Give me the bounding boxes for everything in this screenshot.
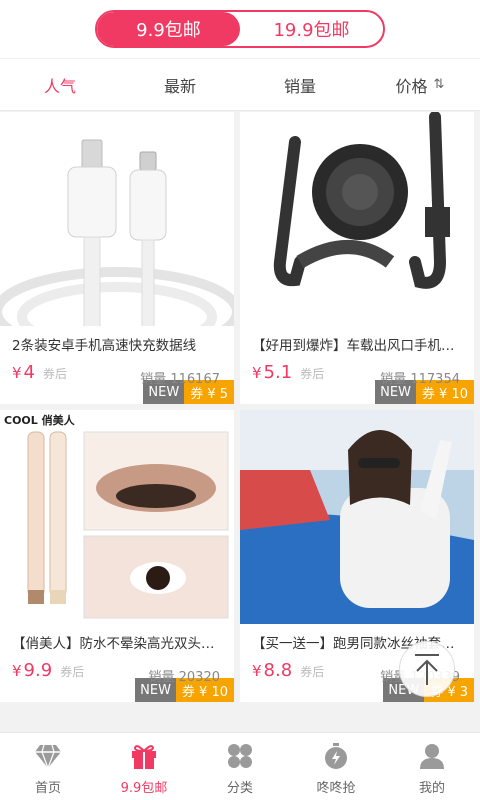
product-price: ¥ 4 券后 <box>12 362 67 383</box>
timer-icon <box>321 741 351 771</box>
diamond-icon <box>33 741 63 771</box>
eyeshadow-image: COOL 俏美人 <box>0 410 234 624</box>
sort-sales[interactable]: 销量 <box>240 59 360 110</box>
brand-logo: COOL 俏美人 <box>4 414 75 427</box>
product-card[interactable]: COOL 俏美人 NEW 券 ¥ 10 【俏美人】防水不晕染高光双头眼影笔 ¥ … <box>0 410 234 702</box>
segment-19-9-free-shipping[interactable]: 19.9包邮 <box>240 12 383 46</box>
tab-mine-label: 我的 <box>418 781 445 796</box>
tab-free-shipping-label: 9.9包邮 <box>120 781 168 796</box>
phone-holder-image <box>240 112 474 326</box>
tab-mine[interactable]: 我的 <box>384 733 480 800</box>
sort-price[interactable]: 价格 ⇅ <box>360 59 480 110</box>
tab-home[interactable]: 首页 <box>0 733 96 800</box>
bottom-tab-bar: 首页 9.9包邮 分类 咚咚抢 我的 <box>0 732 480 800</box>
currency-symbol: ¥ <box>12 662 22 680</box>
tab-category-label: 分类 <box>226 781 253 796</box>
gift-icon <box>129 741 159 771</box>
price-value: 9.9 <box>23 660 53 681</box>
after-coupon-label: 券后 <box>300 367 325 381</box>
sort-arrow-icon: ⇅ <box>433 77 445 92</box>
sales-count: 销量 116167 <box>140 372 220 387</box>
product-card[interactable]: NEW 券 ¥ 5 2条装安卓手机高速快充数据线 ¥ 4 券后 销量 11616… <box>0 112 234 404</box>
price-value: 4 <box>23 362 35 383</box>
product-title: 【俏美人】防水不晕染高光双头眼影笔 <box>12 636 226 652</box>
tab-flash-sale[interactable]: 咚咚抢 <box>288 733 384 800</box>
segment-9-9-free-shipping[interactable]: 9.9包邮 <box>97 12 240 46</box>
sort-price-label: 价格 <box>395 76 428 96</box>
product-price: ¥ 8.8 券后 <box>252 660 324 681</box>
user-icon <box>417 741 447 771</box>
product-price: ¥ 5.1 券后 <box>252 362 324 383</box>
price-value: 8.8 <box>263 660 293 681</box>
ice-sleeve-image <box>240 410 474 624</box>
product-title: 【好用到爆炸】车载出风口手机支架 <box>252 338 466 354</box>
tab-free-shipping[interactable]: 9.9包邮 <box>96 733 192 800</box>
currency-symbol: ¥ <box>252 364 262 382</box>
product-price: ¥ 9.9 券后 <box>12 660 84 681</box>
sales-count: 销量 117354 <box>380 372 460 387</box>
sales-count: 销量 20320 <box>148 670 221 685</box>
back-to-top-button[interactable] <box>399 641 455 697</box>
product-title: 2条装安卓手机高速快充数据线 <box>12 338 197 354</box>
currency-symbol: ¥ <box>252 662 262 680</box>
after-coupon-label: 券后 <box>60 665 85 679</box>
currency-symbol: ¥ <box>12 364 22 382</box>
sort-newest[interactable]: 最新 <box>120 59 240 110</box>
usb-cable-image <box>0 112 234 326</box>
category-icon <box>225 741 255 771</box>
shipping-segment-control: 9.9包邮 19.9包邮 <box>95 10 385 48</box>
arrow-up-icon <box>415 654 439 685</box>
sort-bar: 人气 最新 销量 价格 ⇅ <box>0 59 480 111</box>
sort-popularity[interactable]: 人气 <box>0 59 120 110</box>
tab-flash-sale-label: 咚咚抢 <box>316 781 356 796</box>
tab-home-label: 首页 <box>34 781 61 796</box>
after-coupon-label: 券后 <box>300 665 325 679</box>
price-value: 5.1 <box>263 362 293 383</box>
top-bar: 9.9包邮 19.9包邮 <box>0 0 480 58</box>
tab-category[interactable]: 分类 <box>192 733 288 800</box>
product-card[interactable]: NEW 券 ¥ 10 【好用到爆炸】车载出风口手机支架 ¥ 5.1 券后 销量 … <box>240 112 474 404</box>
after-coupon-label: 券后 <box>43 367 68 381</box>
